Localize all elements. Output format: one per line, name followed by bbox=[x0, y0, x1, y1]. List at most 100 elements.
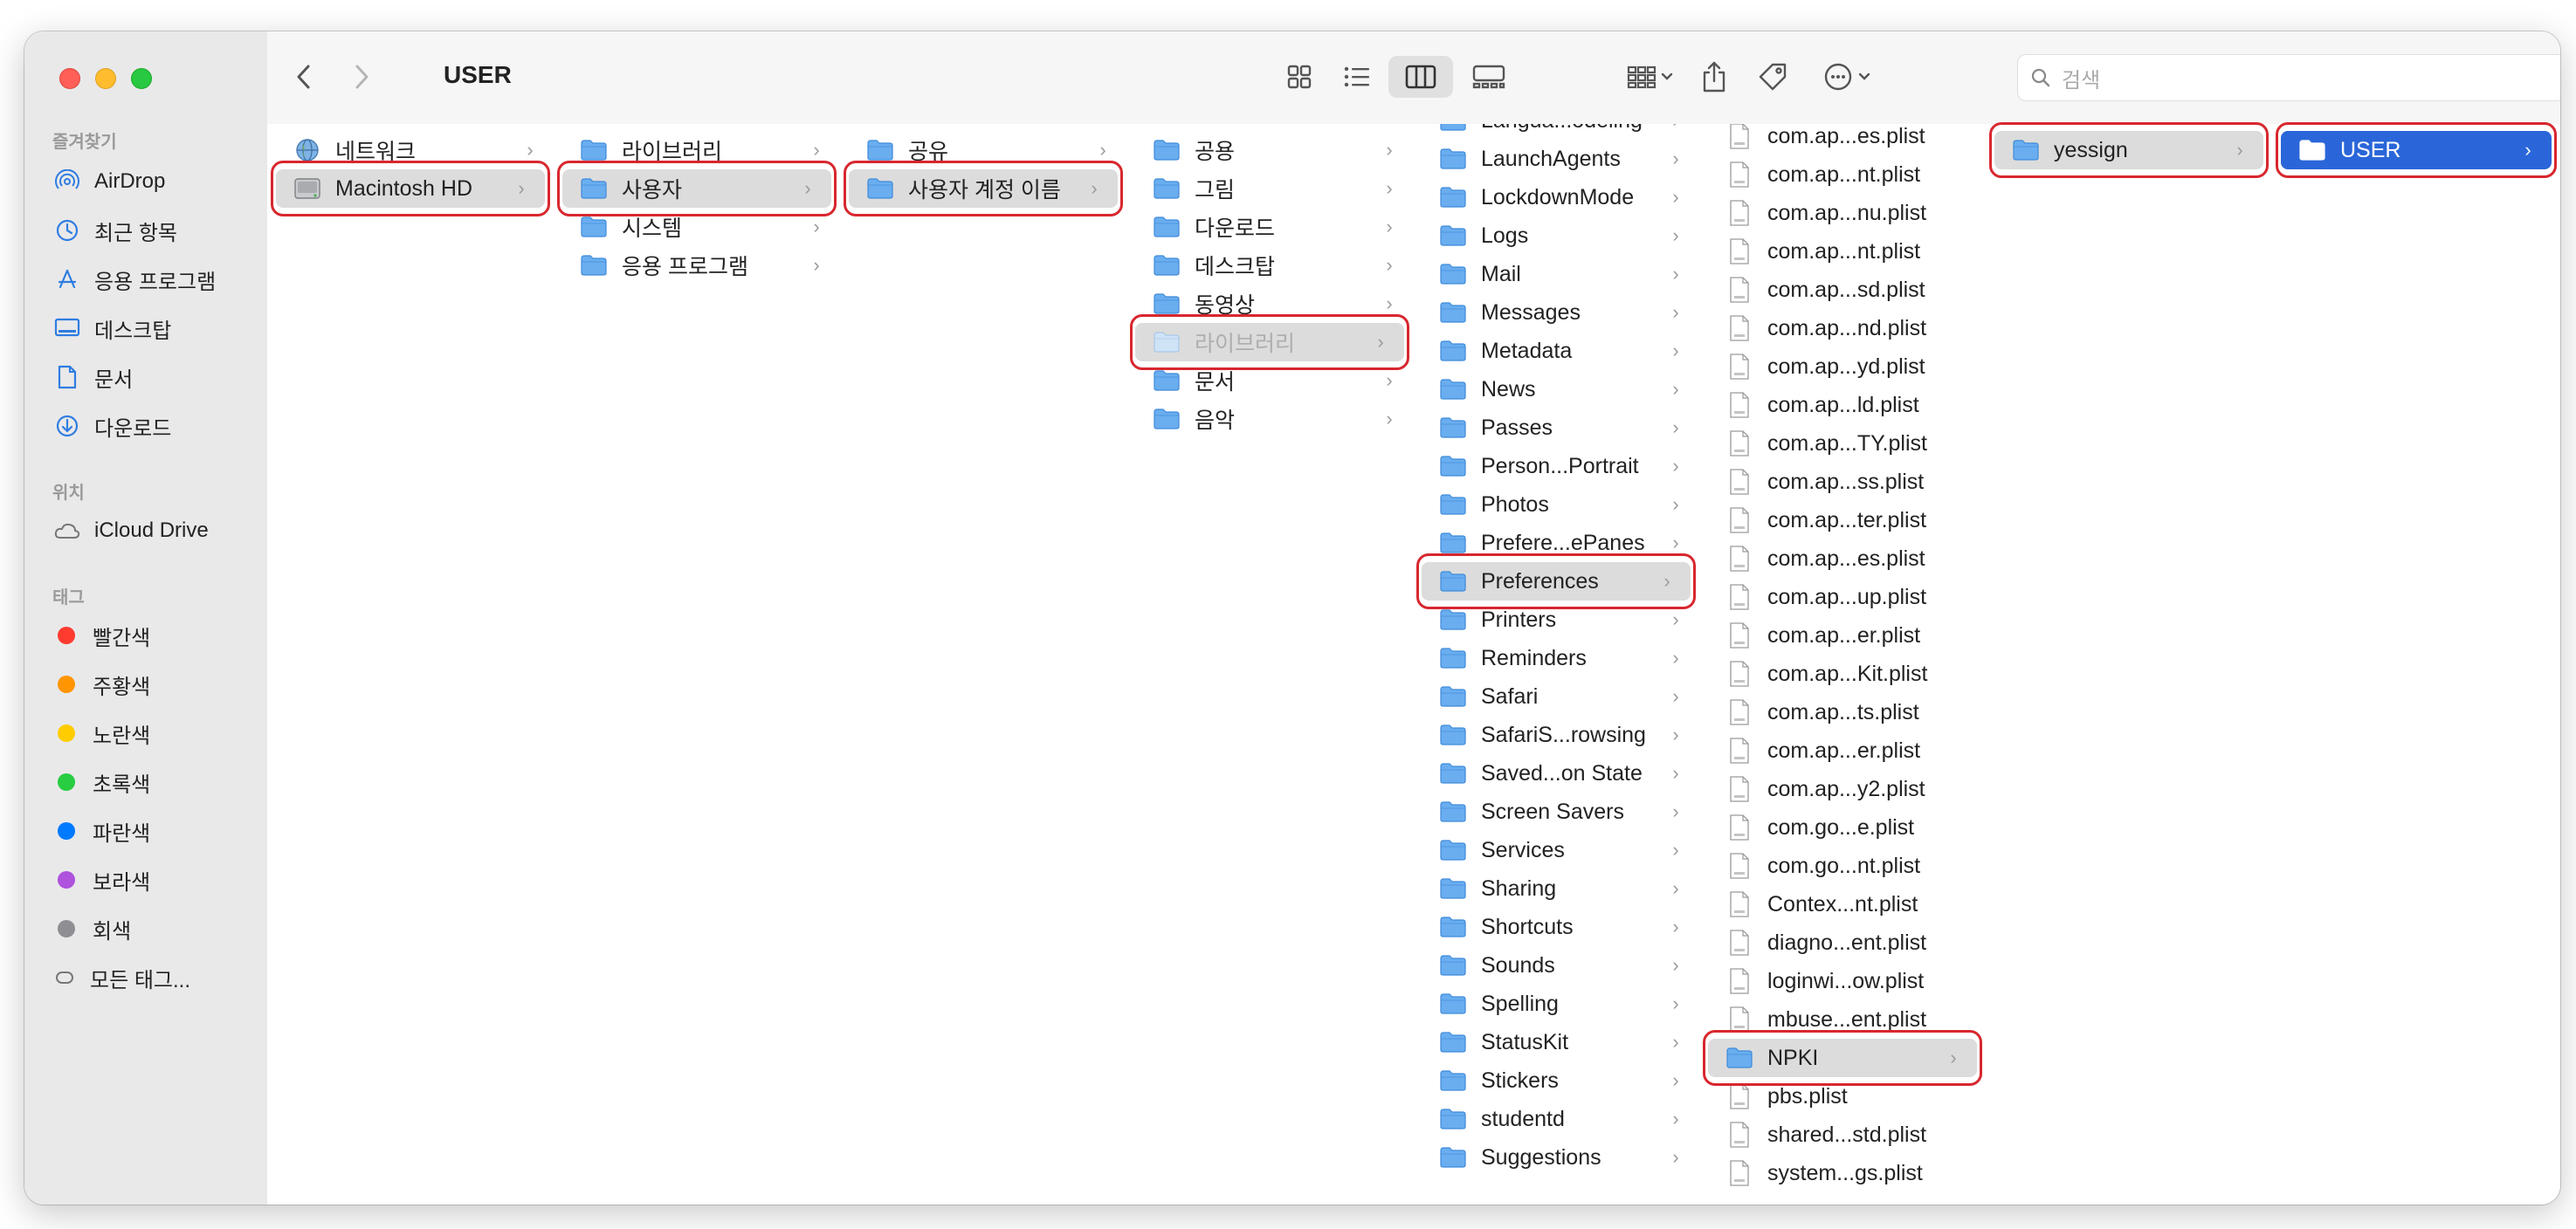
folder-row[interactable]: Sharing › bbox=[1413, 869, 1699, 908]
zoom-button[interactable] bbox=[131, 68, 152, 89]
folder-row[interactable]: 공유 › bbox=[840, 131, 1126, 169]
folder-row[interactable]: Printers › bbox=[1413, 601, 1699, 639]
list-view-button[interactable] bbox=[1333, 56, 1381, 98]
sidebar-item-cloud[interactable]: iCloud Drive bbox=[52, 512, 253, 550]
folder-row[interactable]: News › bbox=[1413, 370, 1699, 409]
folder-row[interactable]: 사용자 › bbox=[562, 169, 831, 208]
folder-row[interactable]: 다운로드 › bbox=[1126, 208, 1413, 246]
folder-row[interactable]: Langua...odeling› bbox=[1413, 124, 1699, 140]
folder-row[interactable]: Prefere...ePanes › bbox=[1413, 524, 1699, 562]
file-row[interactable]: com.ap...es.plist bbox=[1699, 124, 1986, 155]
column-view-button[interactable] bbox=[1388, 56, 1453, 98]
folder-row[interactable]: 음악 › bbox=[1126, 400, 1413, 438]
folder-row[interactable]: Passes › bbox=[1413, 409, 1699, 447]
file-row[interactable]: com.ap...TY.plist bbox=[1699, 424, 1986, 463]
folder-row[interactable]: 사용자 계정 이름 › bbox=[849, 169, 1118, 208]
file-row[interactable]: com.ap...sd.plist bbox=[1699, 271, 1986, 309]
gallery-view-button[interactable] bbox=[1460, 56, 1518, 98]
file-row[interactable]: com.ap...nd.plist bbox=[1699, 309, 1986, 347]
icon-view-button[interactable] bbox=[1275, 56, 1324, 98]
sidebar-item-document[interactable]: 문서 bbox=[52, 358, 253, 396]
folder-row[interactable]: 응용 프로그램 › bbox=[554, 246, 840, 285]
forward-button[interactable] bbox=[342, 56, 381, 98]
folder-row[interactable]: studentd › bbox=[1413, 1100, 1699, 1138]
folder-row[interactable]: 데스크탑 › bbox=[1126, 246, 1413, 285]
browser-column-1[interactable]: 네트워크 › Macintosh HD › bbox=[267, 124, 554, 1205]
folder-row[interactable]: Messages › bbox=[1413, 293, 1699, 332]
file-row[interactable]: com.ap...nu.plist bbox=[1699, 194, 1986, 232]
folder-row[interactable]: USER › bbox=[2281, 131, 2552, 169]
folder-row[interactable]: Sounds › bbox=[1413, 946, 1699, 985]
file-row[interactable]: com.ap...nt.plist bbox=[1699, 232, 1986, 271]
file-row[interactable]: com.ap...er.plist bbox=[1699, 616, 1986, 655]
sidebar-tag-item[interactable]: 주황색 bbox=[52, 665, 253, 704]
browser-column-2[interactable]: 라이브러리 › 사용자 › 시스템 › 응용 프로그램 › bbox=[554, 124, 841, 1205]
back-button[interactable] bbox=[285, 56, 323, 98]
file-row[interactable]: system...gs.plist bbox=[1699, 1154, 1986, 1192]
file-row[interactable]: shared...std.plist bbox=[1699, 1116, 1986, 1154]
sidebar-tag-item[interactable]: 보라색 bbox=[52, 861, 253, 899]
folder-row[interactable]: Shortcuts › bbox=[1413, 908, 1699, 946]
folder-row[interactable]: StatusKit › bbox=[1413, 1023, 1699, 1061]
tag-button[interactable] bbox=[1750, 56, 1795, 98]
sidebar-item-clock[interactable]: 최근 항목 bbox=[52, 211, 253, 250]
folder-row[interactable]: Screen Savers › bbox=[1413, 793, 1699, 831]
folder-row[interactable]: Preferences › bbox=[1422, 562, 1691, 601]
folder-row[interactable]: 라이브러리 › bbox=[1135, 323, 1404, 361]
file-row[interactable]: com.ap...ter.plist bbox=[1699, 501, 1986, 539]
search-field[interactable]: 검색 bbox=[2017, 54, 2560, 101]
folder-row[interactable]: Safari › bbox=[1413, 677, 1699, 716]
folder-row[interactable]: Spelling › bbox=[1413, 985, 1699, 1023]
folder-row[interactable]: 라이브러리 › bbox=[554, 131, 840, 169]
folder-row[interactable]: Macintosh HD › bbox=[276, 169, 545, 208]
file-row[interactable]: com.ap...y2.plist bbox=[1699, 770, 1986, 808]
folder-row[interactable]: 그림 › bbox=[1126, 169, 1413, 208]
folder-row[interactable]: yessign › bbox=[1994, 131, 2263, 169]
group-button[interactable] bbox=[1615, 56, 1685, 98]
browser-column-3[interactable]: 공유 › 사용자 계정 이름 › bbox=[840, 124, 1127, 1205]
browser-column-8[interactable]: USER › bbox=[2272, 124, 2560, 1205]
folder-row[interactable]: Services › bbox=[1413, 831, 1699, 869]
sidebar-tag-item[interactable]: 파란색 bbox=[52, 812, 253, 850]
sidebar-item-download[interactable]: 다운로드 bbox=[52, 407, 253, 445]
share-button[interactable] bbox=[1692, 56, 1736, 98]
sidebar-item-desktop[interactable]: 데스크탑 bbox=[52, 309, 253, 347]
folder-row[interactable]: Photos › bbox=[1413, 485, 1699, 524]
file-row[interactable]: com.ap...ts.plist bbox=[1699, 693, 1986, 731]
sidebar-item-applications[interactable]: 응용 프로그램 bbox=[52, 260, 253, 299]
file-row[interactable]: Contex...nt.plist bbox=[1699, 885, 1986, 923]
sidebar-tag-item[interactable]: 빨간색 bbox=[52, 616, 253, 655]
folder-row[interactable]: Suggestions › bbox=[1413, 1138, 1699, 1177]
file-row[interactable]: com.go...nt.plist bbox=[1699, 847, 1986, 885]
folder-row[interactable]: Metadata › bbox=[1413, 332, 1699, 370]
folder-row[interactable]: LaunchAgents › bbox=[1413, 140, 1699, 178]
sidebar-tag-item[interactable]: 초록색 bbox=[52, 763, 253, 801]
browser-column-5[interactable]: Langua...odeling›LaunchAgents›LockdownMo… bbox=[1413, 124, 1700, 1205]
minimize-button[interactable] bbox=[95, 68, 116, 89]
folder-row[interactable]: LockdownMode › bbox=[1413, 178, 1699, 216]
browser-column-6[interactable]: com.ap...es.plist com.ap...nt.plist com.ap… bbox=[1699, 124, 1987, 1205]
folder-row[interactable]: 공용 › bbox=[1126, 131, 1413, 169]
sidebar-tag-item[interactable]: 회색 bbox=[52, 910, 253, 948]
browser-column-4[interactable]: 공용 › 그림 › 다운로드 › 데스크탑 › 동영상 › 라이브러리 › 문서 › 음악 › bbox=[1126, 124, 1414, 1205]
file-row[interactable]: diagno...ent.plist bbox=[1699, 923, 1986, 962]
sidebar-item-airdrop[interactable]: AirDrop bbox=[52, 162, 253, 201]
file-row[interactable]: com.ap...Kit.plist bbox=[1699, 655, 1986, 693]
sidebar-tag-item[interactable]: 노란색 bbox=[52, 714, 253, 752]
folder-row[interactable]: Person...Portrait › bbox=[1413, 447, 1699, 485]
folder-row[interactable]: Saved...on State › bbox=[1413, 754, 1699, 793]
folder-row[interactable]: Mail › bbox=[1413, 255, 1699, 293]
file-row[interactable]: com.ap...up.plist bbox=[1699, 578, 1986, 616]
folder-row[interactable]: NPKI › bbox=[1708, 1039, 1977, 1077]
sidebar-all-tags-item[interactable]: 모든 태그... bbox=[52, 958, 253, 997]
file-row[interactable]: mbuse...ent.plist bbox=[1699, 1000, 1986, 1039]
file-row[interactable]: com.ap...nt.plist bbox=[1699, 155, 1986, 194]
folder-row[interactable]: 동영상 › bbox=[1126, 285, 1413, 323]
folder-row[interactable]: 문서 › bbox=[1126, 361, 1413, 400]
file-row[interactable]: pbs.plist bbox=[1699, 1077, 1986, 1116]
folder-row[interactable]: Stickers › bbox=[1413, 1061, 1699, 1100]
file-row[interactable]: com.ap...ld.plist bbox=[1699, 386, 1986, 424]
folder-row[interactable]: Reminders › bbox=[1413, 639, 1699, 677]
file-row[interactable]: com.ap...es.plist bbox=[1699, 539, 1986, 578]
folder-row[interactable]: SafariS...rowsing › bbox=[1413, 716, 1699, 754]
